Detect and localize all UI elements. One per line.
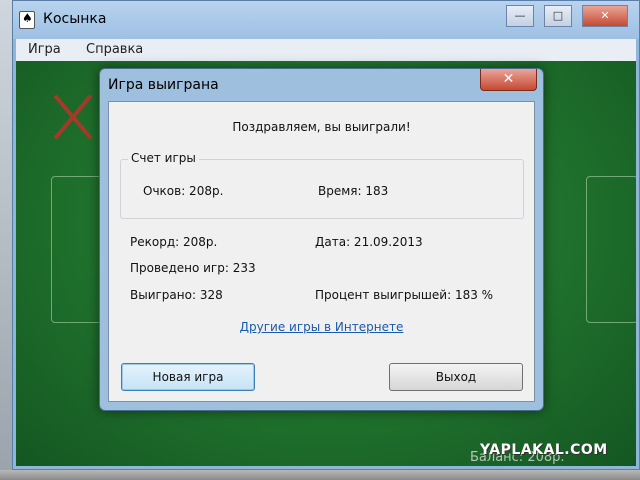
new-game-button[interactable]: Новая игра [121, 363, 255, 391]
card-slot[interactable] [586, 176, 636, 323]
other-games-link[interactable]: Другие игры в Интернете [109, 320, 534, 334]
solitaire-app-icon [19, 11, 35, 29]
win-percent-value: Процент выигрышей: 183 % [315, 288, 494, 302]
games-played-value: Проведено игр: 233 [130, 261, 256, 275]
window-title: Косынка [43, 11, 107, 27]
menu-help[interactable]: Справка [86, 42, 143, 57]
dialog-body: Поздравляем, вы выиграли! Счет игры Очко… [108, 101, 535, 402]
record-value: Рекорд: 208р. [130, 235, 218, 249]
maximize-button[interactable]: □ [544, 5, 572, 27]
game-won-dialog: Игра выиграна ✕ Поздравляем, вы выиграли… [99, 68, 544, 411]
close-window-button[interactable]: ✕ [582, 5, 628, 27]
congrats-message: Поздравляем, вы выиграли! [232, 120, 411, 134]
points-value: Очков: 208р. [143, 184, 224, 198]
date-value: Дата: 21.09.2013 [315, 235, 423, 249]
minimize-button[interactable]: — [506, 5, 534, 27]
exit-button[interactable]: Выход [389, 363, 523, 391]
empty-stock-x-icon[interactable] [53, 93, 93, 141]
desktop-left-strip [0, 0, 12, 480]
desktop-bottom-strip [0, 470, 640, 480]
score-group: Счет игры Очков: 208р. Время: 183 [120, 151, 524, 219]
title-bar[interactable]: Косынка — □ ✕ [13, 1, 639, 39]
games-won-value: Выиграно: 328 [130, 288, 223, 302]
watermark: YAPLAKAL.COM [480, 442, 608, 458]
score-group-legend: Счет игры [128, 151, 199, 165]
menu-bar: Игра Справка [16, 39, 636, 62]
time-value: Время: 183 [318, 184, 389, 198]
dialog-title: Игра выиграна [108, 77, 219, 93]
menu-game[interactable]: Игра [28, 42, 61, 57]
dialog-close-button[interactable]: ✕ [480, 69, 537, 91]
